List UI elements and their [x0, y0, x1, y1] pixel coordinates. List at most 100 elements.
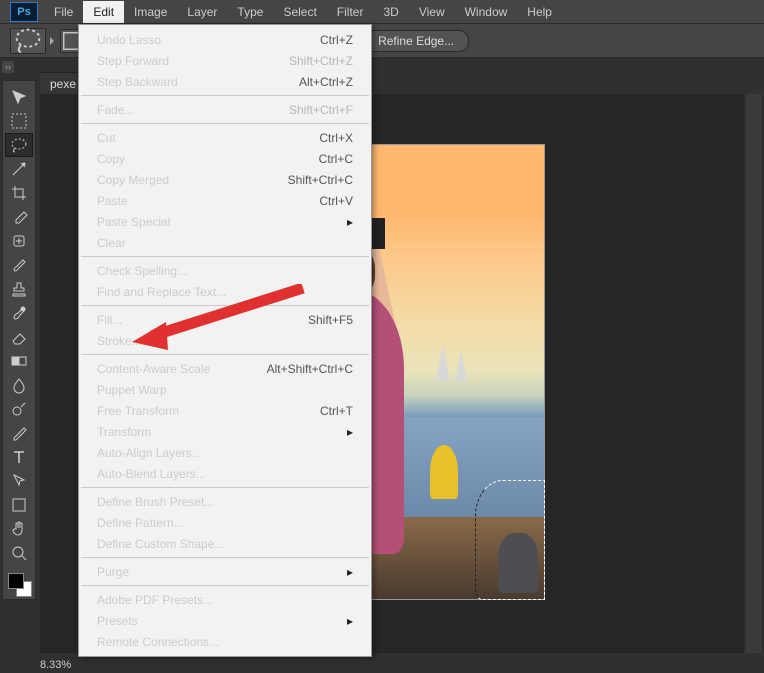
menu-item-label: Fill... [97, 313, 308, 327]
menu-item-label: Undo Lasso [97, 33, 320, 47]
menu-separator [81, 95, 369, 96]
menu-window[interactable]: Window [455, 1, 518, 23]
menu-separator [81, 585, 369, 586]
menu-item-label: Paste Special [97, 215, 347, 229]
tool-preset-picker[interactable] [10, 28, 46, 54]
menu-item-cut[interactable]: CutCtrl+X [79, 127, 371, 148]
menu-shortcut: Alt+Shift+Ctrl+C [267, 362, 353, 376]
menu-item-auto-align-layers: Auto-Align Layers... [79, 442, 371, 463]
menu-file[interactable]: File [44, 1, 83, 23]
tool-path-select[interactable] [5, 469, 33, 493]
menu-item-remote-connections[interactable]: Remote Connections... [79, 631, 371, 652]
menu-layer[interactable]: Layer [177, 1, 227, 23]
menu-item-label: Copy Merged [97, 173, 288, 187]
tool-hand[interactable] [5, 517, 33, 541]
menu-shortcut: Shift+F5 [308, 313, 353, 327]
edit-menu-dropdown: Undo LassoCtrl+ZStep ForwardShift+Ctrl+Z… [78, 24, 372, 657]
tool-type[interactable] [5, 445, 33, 469]
menu-item-label: Check Spelling... [97, 264, 353, 278]
menu-shortcut: Shift+Ctrl+F [289, 103, 353, 117]
menu-item-clear[interactable]: Clear [79, 232, 371, 253]
menu-item-define-brush-preset[interactable]: Define Brush Preset... [79, 491, 371, 512]
marching-ants-selection [475, 480, 545, 600]
tool-crop[interactable] [5, 181, 33, 205]
menu-item-auto-blend-layers: Auto-Blend Layers... [79, 463, 371, 484]
image-phone [372, 218, 385, 250]
menu-item-paste[interactable]: PasteCtrl+V [79, 190, 371, 211]
menu-item-copy-merged[interactable]: Copy MergedShift+Ctrl+C [79, 169, 371, 190]
menu-edit[interactable]: Edit [83, 1, 124, 23]
menu-image[interactable]: Image [124, 1, 177, 23]
menu-3d[interactable]: 3D [373, 1, 408, 23]
menu-item-label: Step Backward [97, 75, 299, 89]
submenu-arrow-icon: ▸ [347, 215, 353, 229]
menu-filter[interactable]: Filter [327, 1, 374, 23]
menu-shortcut: Ctrl+V [319, 194, 353, 208]
menu-shortcut: Ctrl+X [319, 131, 353, 145]
menu-separator [81, 305, 369, 306]
menu-item-stroke[interactable]: Stroke... [79, 330, 371, 351]
menu-item-paste-special[interactable]: Paste Special▸ [79, 211, 371, 232]
submenu-arrow-icon: ▸ [347, 425, 353, 439]
menu-item-label: Free Transform [97, 404, 320, 418]
menu-item-presets[interactable]: Presets▸ [79, 610, 371, 631]
tool-wand[interactable] [5, 157, 33, 181]
tool-pen[interactable] [5, 421, 33, 445]
tool-blur[interactable] [5, 373, 33, 397]
menu-select[interactable]: Select [273, 1, 326, 23]
foreground-swatch[interactable] [8, 573, 24, 589]
menu-separator [81, 256, 369, 257]
menu-item-label: Cut [97, 131, 319, 145]
menu-help[interactable]: Help [517, 1, 562, 23]
tool-brush[interactable] [5, 253, 33, 277]
menu-item-label: Copy [97, 152, 319, 166]
color-swatches[interactable] [6, 569, 32, 599]
vertical-scrollbar[interactable] [746, 94, 762, 653]
menu-item-label: Clear [97, 236, 353, 250]
menu-shortcut: Alt+Ctrl+Z [299, 75, 353, 89]
tool-history[interactable] [5, 301, 33, 325]
zoom-status[interactable]: 8.33% [40, 659, 71, 671]
panel-expander-icon[interactable]: ›› [2, 61, 14, 73]
menu-item-label: Presets [97, 614, 347, 628]
menu-item-label: Auto-Blend Layers... [97, 467, 353, 481]
tool-lasso[interactable] [5, 133, 33, 157]
menu-item-label: Transform [97, 425, 347, 439]
menu-item-transform[interactable]: Transform▸ [79, 421, 371, 442]
image-sailboat [455, 351, 467, 381]
menu-item-fill[interactable]: Fill...Shift+F5 [79, 309, 371, 330]
menu-item-label: Auto-Align Layers... [97, 446, 353, 460]
tool-move[interactable] [5, 85, 33, 109]
tool-marquee[interactable] [5, 109, 33, 133]
menu-type[interactable]: Type [227, 1, 273, 23]
menu-item-copy[interactable]: CopyCtrl+C [79, 148, 371, 169]
tool-eyedropper[interactable] [5, 205, 33, 229]
submenu-arrow-icon: ▸ [347, 614, 353, 628]
menu-item-find-and-replace-text: Find and Replace Text... [79, 281, 371, 302]
menu-shortcut: Ctrl+Z [320, 33, 353, 47]
menu-item-label: Define Custom Shape... [97, 537, 353, 551]
tool-eraser[interactable] [5, 325, 33, 349]
menu-item-label: Purge [97, 565, 347, 579]
menu-item-undo-lasso[interactable]: Undo LassoCtrl+Z [79, 29, 371, 50]
image-sailboat [436, 345, 450, 381]
tool-shape[interactable] [5, 493, 33, 517]
menu-item-purge[interactable]: Purge▸ [79, 561, 371, 582]
refine-edge-button[interactable]: Refine Edge... [363, 30, 469, 52]
menu-shortcut: Shift+Ctrl+C [288, 173, 353, 187]
menu-item-step-backward[interactable]: Step BackwardAlt+Ctrl+Z [79, 71, 371, 92]
menu-item-free-transform[interactable]: Free TransformCtrl+T [79, 400, 371, 421]
menu-item-puppet-warp: Puppet Warp [79, 379, 371, 400]
menu-item-adobe-pdf-presets[interactable]: Adobe PDF Presets... [79, 589, 371, 610]
menu-item-content-aware-scale[interactable]: Content-Aware ScaleAlt+Shift+Ctrl+C [79, 358, 371, 379]
tool-heal[interactable] [5, 229, 33, 253]
tool-zoom[interactable] [5, 541, 33, 565]
menu-item-label: Stroke... [97, 334, 353, 348]
menu-view[interactable]: View [409, 1, 455, 23]
tool-gradient[interactable] [5, 349, 33, 373]
menu-item-define-custom-shape: Define Custom Shape... [79, 533, 371, 554]
tool-stamp[interactable] [5, 277, 33, 301]
menu-shortcut: Shift+Ctrl+Z [289, 54, 353, 68]
menu-item-label: Paste [97, 194, 319, 208]
tool-dodge[interactable] [5, 397, 33, 421]
